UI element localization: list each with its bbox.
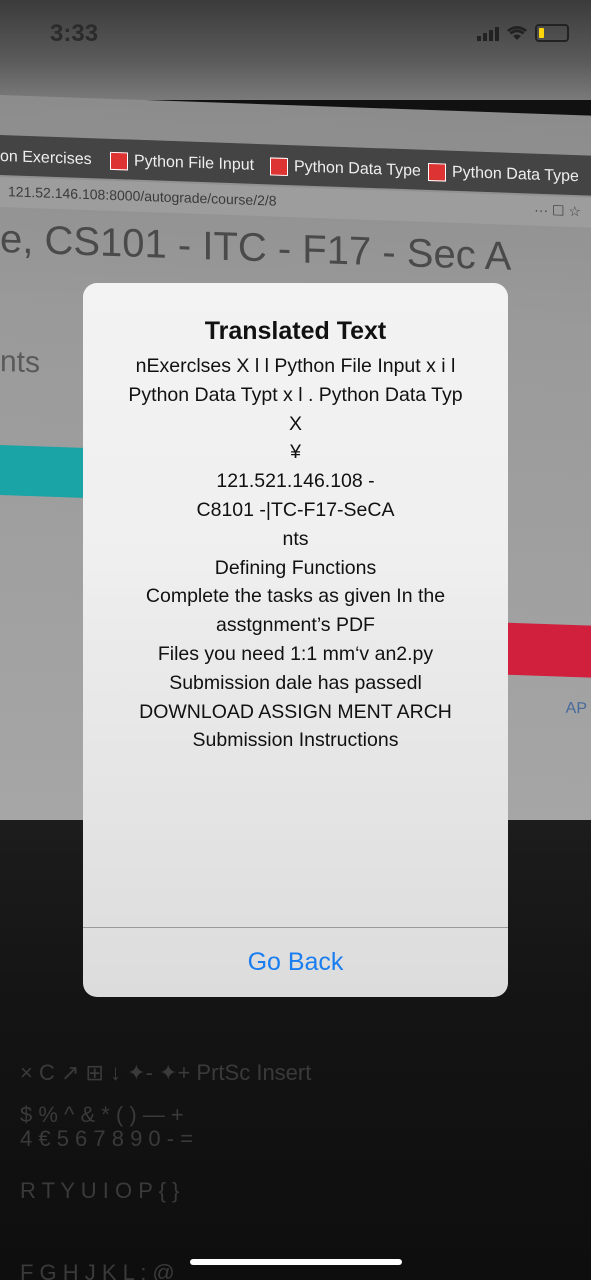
translated-line: Defining Functions [214,556,377,579]
alert-title: Translated Text [204,317,387,345]
browser-tab: Python Data Type× [428,158,578,191]
keyboard-row: 4 € 5 6 7 8 9 0 - = [20,1126,194,1151]
translated-line: ¥ [290,441,301,464]
browser-tab: Python Data Type× [270,152,420,185]
keyboard-row: × C ↗ ⊞ ↓ ✦- ✦+ PrtSc Insert [20,1060,312,1085]
teal-banner [0,445,90,499]
alert-content: Translated Text nExerclses X l l Python … [83,283,508,928]
translated-line: Complete the tasks as given In the [145,585,446,608]
translated-line: nts [282,527,309,550]
translated-text-body: nExerclses X l l Python File Input x i l… [83,352,508,755]
translated-line: Submission dale has passedl [169,671,422,694]
keyboard-row: $ % ^ & * ( ) — + [20,1102,184,1127]
home-indicator[interactable] [190,1259,402,1265]
status-time: 3:33 [50,20,99,47]
url-text: 121.52.146.108:8000/autograde/course/2/8 [8,183,277,209]
translated-line: nExerclses X l l Python File Input x i l [135,355,456,377]
translated-line: 121.521.146.108 - [216,470,375,493]
translated-line: asstgnment’s PDF [216,614,375,637]
red-banner [501,622,591,678]
partial-heading: nts [0,345,41,380]
tab-label: Python File Input [134,152,255,174]
url-bar-icons: ··· ☐ ☆ [534,201,581,220]
go-back-button[interactable]: Go Back [83,928,508,997]
favicon-icon [110,151,128,171]
favicon-icon [270,157,288,177]
translated-line: Python Data Typt x l . Python Data Typ [128,383,463,406]
translated-line: DOWNLOAD ASSIGN MENT ARCH [139,700,452,723]
status-bar: 3:33 [0,0,591,70]
tab-label: Python Data Type [452,163,578,186]
course-page-title: e, CS101 - ITC - F17 - Sec A [0,217,512,279]
side-text: AP [565,699,587,718]
translated-text-alert: Translated Text nExerclses X l l Python … [83,283,508,997]
favicon-icon [428,162,446,182]
battery-icon [535,24,569,42]
tab-label: Python Data Type [294,158,420,180]
translated-line: Submission Instructions [192,729,399,752]
translated-line: Files you need 1:1 mm‘v an2.py [157,642,434,665]
keyboard-row: R T Y U I O P { } [20,1178,180,1203]
translated-line: C8101 -|TC-F17-SeCA [196,498,395,521]
translated-line: X [288,412,302,435]
cellular-signal-icon [477,25,499,41]
tab-label: on Exercises [0,148,92,169]
status-icons [477,24,569,42]
wifi-icon [507,25,527,41]
browser-tab: Python File Input× [110,147,260,180]
browser-tab: on Exercises× [0,143,100,174]
